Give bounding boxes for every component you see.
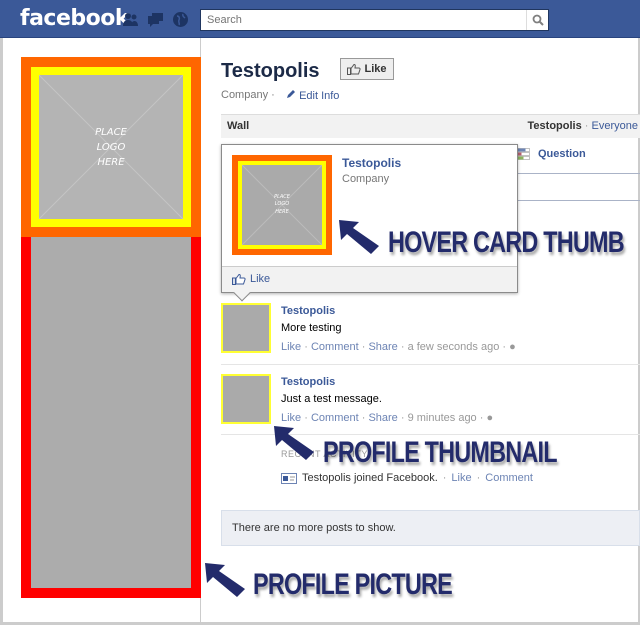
globe-icon[interactable]: ● [486,412,493,424]
profile-picture[interactable]: PLACE LOGO HERE [21,57,201,598]
activity-text: Testopolis joined Facebook. [302,472,438,484]
profile-logo-frame: PLACE LOGO HERE [21,57,201,237]
profile-picture-arrow-icon [205,563,245,597]
profile-thumbnail-arrow-icon [274,426,314,460]
post-actions: Like · Comment · Share · a few seconds a… [281,341,516,353]
globe-icon[interactable]: ● [509,341,516,353]
post-actions: Like · Comment · Share · 9 minutes ago ·… [281,412,494,424]
facebook-logo[interactable]: facebook [20,6,130,31]
messages-icon[interactable] [147,11,164,28]
placeholder-text: PLACE LOGO HERE [95,126,127,168]
comment-link[interactable]: Comment [311,341,359,353]
search-icon [532,14,544,26]
left-border [0,38,3,625]
hover-card-thumb-callout: HOVER CARD THUMB [388,226,625,259]
profile-logo-placeholder: PLACE LOGO HERE [39,75,183,219]
edit-info-link[interactable]: Edit Info [286,89,339,102]
thumbnail-image: PLACE LOGO HERE [242,165,322,245]
question-tab[interactable]: Question [516,148,586,160]
like-page-button[interactable]: Like [340,58,394,80]
thumbs-up-icon [347,63,362,75]
share-link[interactable]: Share [368,412,397,424]
search-button[interactable] [526,10,548,30]
separator: · [271,89,275,101]
hover-card-arrow-icon [339,220,379,254]
hover-card-category: Company [342,173,390,185]
post-text: Just a test message. [281,393,382,405]
composer-divider [517,173,640,174]
profile-thumbnail[interactable] [221,303,271,353]
share-link[interactable]: Share [368,341,397,353]
like-link[interactable]: Like [281,412,301,424]
question-poll-icon [516,148,530,160]
question-label: Question [538,148,586,160]
category-label: Company [221,89,269,101]
separator: · [584,120,589,132]
wall-filter-name[interactable]: Testopolis [528,120,582,132]
pencil-icon [287,90,295,98]
profile-thumbnail[interactable] [221,374,271,424]
thumbnail-image [223,376,269,422]
notifications-icon[interactable] [172,11,189,28]
comment-link[interactable]: Comment [485,472,533,484]
post-author[interactable]: Testopolis [281,305,335,317]
like-link[interactable]: Like [451,472,471,484]
hover-card-footer: Like [222,266,517,292]
like-link[interactable]: Like [281,341,301,353]
thumbnail-image [223,305,269,351]
search-input[interactable] [201,10,521,30]
post-text: More testing [281,322,342,334]
profile-picture-body [31,237,191,588]
profile-logo-border: PLACE LOGO HERE [31,67,191,227]
thumbnail-border: PLACE LOGO HERE [238,161,326,249]
post-timestamp[interactable]: 9 minutes ago [408,412,477,424]
post-timestamp[interactable]: a few seconds ago [408,341,500,353]
wall-filter: Testopolis · Everyone [528,120,638,132]
profile-card-icon [281,472,297,484]
thumbs-up-icon [232,273,246,285]
wall-filter-everyone[interactable]: Everyone [592,120,638,132]
composer-divider [517,200,640,201]
edit-info-label: Edit Info [299,90,340,102]
page-category: Company · [221,89,275,101]
no-more-posts-notice: There are no more posts to show. [221,510,640,546]
wall-tab[interactable]: Wall [227,120,249,132]
friend-requests-icon[interactable] [122,11,139,28]
post-separator [221,364,640,365]
no-more-posts-text: There are no more posts to show. [232,522,396,534]
comment-link[interactable]: Comment [311,412,359,424]
search-box [200,9,549,31]
profile-picture-callout: PROFILE PICTURE [253,568,453,601]
hover-card-like-button[interactable]: Like [232,273,270,285]
hover-card-thumbnail[interactable]: PLACE LOGO HERE [232,155,332,255]
hover-card-name[interactable]: Testopolis [342,156,401,170]
recent-activity-item: Testopolis joined Facebook. · Like · Comme… [281,472,533,484]
page-title: Testopolis [221,60,320,82]
like-label: Like [250,273,271,285]
top-navigation-bar: facebook [0,0,640,38]
like-button-label: Like [364,63,387,75]
placeholder-text: PLACE LOGO HERE [274,193,290,215]
wall-header: Wall Testopolis · Everyone [221,114,640,138]
profile-thumbnail-callout: PROFILE THUMBNAIL [323,436,557,469]
post-author[interactable]: Testopolis [281,376,335,388]
